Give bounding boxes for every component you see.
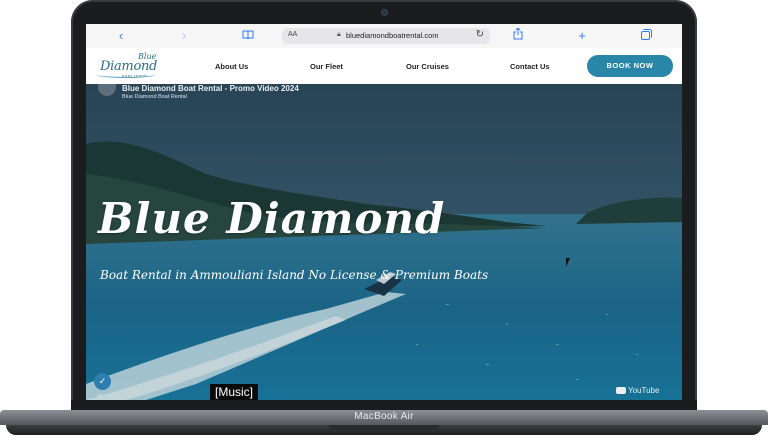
youtube-play-icon xyxy=(616,387,626,395)
nav-about-us[interactable]: About Us xyxy=(215,62,248,71)
device-label: MacBook Air xyxy=(354,411,414,422)
hero-title: Blue Diamond xyxy=(98,194,446,243)
video-caption: [Music] xyxy=(210,384,259,400)
reader-icon[interactable] xyxy=(239,28,257,44)
reload-icon[interactable]: ↻ xyxy=(476,29,484,40)
video-title[interactable]: Blue Diamond Boat Rental - Promo Video 2… xyxy=(122,84,299,93)
watch-later-icon[interactable]: ✓ xyxy=(94,373,111,390)
video-channel[interactable]: Blue Diamond Boat Rental xyxy=(122,94,187,100)
address-bar[interactable]: AA 🔒︎ bluediamondboatrental.com ↻ xyxy=(282,28,490,44)
hero-subtitle: Boat Rental in Ammouliani Island No Lice… xyxy=(100,268,489,282)
forward-icon[interactable]: › xyxy=(175,28,193,44)
lock-icon: 🔒︎ xyxy=(337,31,341,38)
new-tab-icon[interactable]: + xyxy=(573,28,591,44)
share-icon[interactable] xyxy=(509,27,527,44)
browser-toolbar: ‹ › AA 🔒︎ bluediamondboatrental.com ↻ + xyxy=(86,24,682,49)
site-header: Blue Diamond boat rental About Us Our Fl… xyxy=(86,48,682,84)
laptop-notch xyxy=(329,425,439,430)
link-icon[interactable]: ∞ xyxy=(97,392,102,399)
text-size-button[interactable]: AA xyxy=(288,31,297,38)
back-icon[interactable]: ‹ xyxy=(112,28,130,44)
site-logo[interactable]: Blue Diamond boat rental xyxy=(94,51,174,81)
youtube-label: YouTube xyxy=(628,386,660,395)
nav-contact-us[interactable]: Contact Us xyxy=(510,62,550,71)
mouse-cursor-icon xyxy=(566,258,574,267)
camera-icon xyxy=(381,9,388,16)
nav-our-fleet[interactable]: Our Fleet xyxy=(310,62,343,71)
url-text[interactable]: bluediamondboatrental.com xyxy=(346,31,439,40)
laptop-screen: ‹ › AA 🔒︎ bluediamondboatrental.com ↻ + … xyxy=(86,24,682,400)
logo-swoosh xyxy=(96,71,156,78)
hero-video[interactable]: Blue Diamond Boat Rental - Promo Video 2… xyxy=(86,84,682,400)
book-now-button[interactable]: BOOK NOW xyxy=(587,55,673,77)
youtube-logo[interactable]: YouTube xyxy=(616,386,659,395)
tabs-icon[interactable] xyxy=(637,28,655,44)
nav-our-cruises[interactable]: Our Cruises xyxy=(406,62,449,71)
